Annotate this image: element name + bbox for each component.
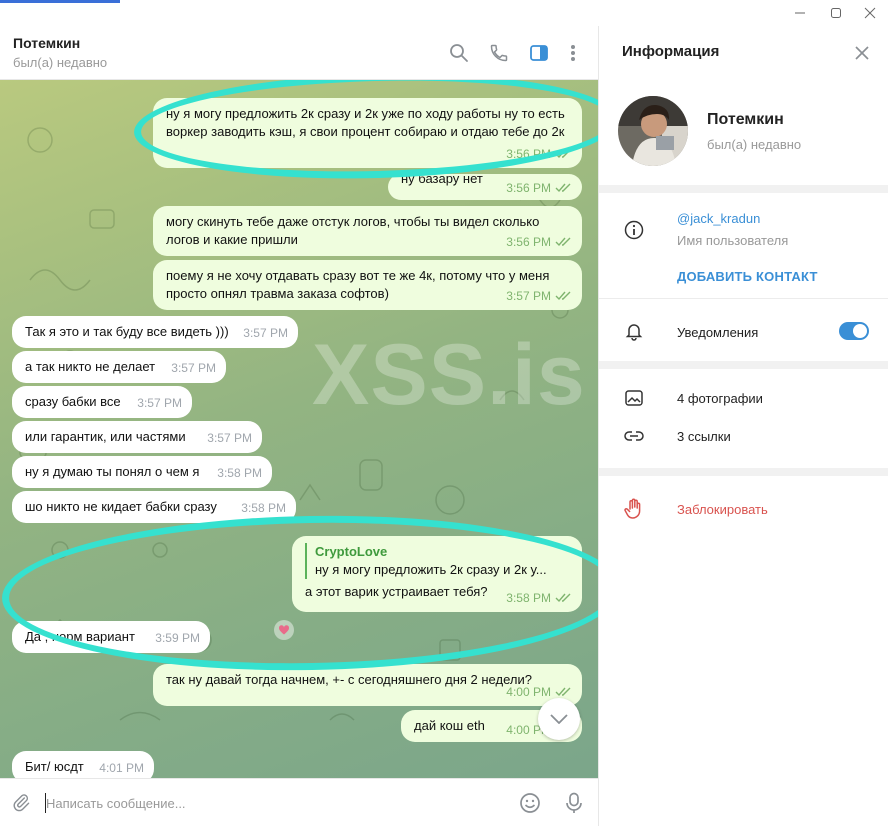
section-separator: [599, 468, 888, 476]
close-icon[interactable]: [856, 4, 884, 22]
message-meta: 3:58 PM: [217, 464, 262, 482]
message-time: 3:58 PM: [217, 466, 262, 480]
photo-icon: [623, 387, 645, 409]
section-separator: [599, 185, 888, 193]
profile-status: был(а) недавно: [707, 137, 802, 152]
sidebar-toggle-icon[interactable]: [526, 40, 552, 66]
message-bubble-incoming[interactable]: ну я думаю ты понял о чем я 3:58 PM: [12, 456, 272, 488]
block-hand-icon: [623, 498, 645, 520]
message-time: 3:56 PM: [506, 235, 551, 249]
username-link[interactable]: @jack_kradun: [677, 211, 760, 226]
scroll-down-button[interactable]: [538, 698, 580, 740]
section-separator: [599, 361, 888, 369]
message-meta: 3:57 PM: [207, 429, 252, 447]
microphone-icon[interactable]: [562, 791, 586, 815]
message-time: 3:57 PM: [506, 289, 551, 303]
message-meta: 3:57 PM: [506, 287, 572, 305]
message-meta: 3:56 PM: [506, 179, 572, 197]
message-meta: 3:57 PM: [171, 359, 216, 377]
shared-links-item[interactable]: 3 ссылки: [677, 429, 731, 444]
phone-icon[interactable]: [486, 40, 512, 66]
double-check-icon: [555, 687, 571, 697]
double-check-icon: [555, 183, 571, 193]
double-check-icon: [555, 237, 571, 247]
attach-icon[interactable]: [9, 791, 33, 815]
message-list[interactable]: XSS.is ну я могу предложить 2к сразу и 2…: [0, 80, 598, 806]
message-meta: 4:01 PM: [99, 759, 144, 777]
message-time: 3:56 PM: [506, 147, 551, 161]
double-check-icon: [555, 291, 571, 301]
message-input[interactable]: [46, 792, 486, 814]
message-composer: [0, 778, 598, 826]
message-bubble-outgoing-reply[interactable]: CryptoLove ну я могу предложить 2к сразу…: [292, 536, 582, 612]
message-time: 3:58 PM: [506, 591, 551, 605]
message-time: 4:01 PM: [99, 761, 144, 775]
message-bubble-incoming[interactable]: а так никто не делает 3:57 PM: [12, 351, 226, 383]
chat-title[interactable]: Потемкин: [13, 35, 80, 51]
shared-photos-item[interactable]: 4 фотографии: [677, 391, 763, 406]
double-check-icon: [555, 149, 571, 159]
message-bubble-outgoing[interactable]: ну я могу предложить 2к сразу и 2к уже п…: [153, 98, 582, 168]
message-time: 3:59 PM: [155, 631, 200, 645]
profile-name: Потемкин: [707, 111, 784, 128]
watermark-text: XSS.is: [312, 327, 586, 423]
message-bubble-incoming[interactable]: или гарантик, или частями 3:57 PM: [12, 421, 262, 453]
message-time: 3:57 PM: [171, 361, 216, 375]
message-text: ну я могу предложить 2к сразу и 2к уже п…: [166, 106, 565, 139]
title-accent-line: [0, 0, 120, 3]
telegram-window: Потемкин был(а) недавно XSS.is ну я могу…: [0, 0, 888, 826]
toggle-knob: [853, 324, 867, 338]
bell-icon: [623, 320, 645, 342]
emoji-icon[interactable]: [518, 791, 542, 815]
heart-reaction-icon[interactable]: [274, 620, 294, 640]
close-info-icon[interactable]: [851, 42, 873, 64]
more-icon[interactable]: [560, 40, 586, 66]
reply-quote[interactable]: CryptoLove ну я могу предложить 2к сразу…: [305, 543, 570, 579]
message-meta: 3:58 PM: [241, 499, 286, 517]
message-time: 3:56 PM: [506, 181, 551, 195]
info-icon: [623, 219, 645, 241]
message-time: 3:58 PM: [241, 501, 286, 515]
message-time: 3:57 PM: [137, 396, 182, 410]
message-meta: 3:57 PM: [137, 394, 182, 412]
chat-pane: Потемкин был(а) недавно XSS.is ну я могу…: [0, 26, 598, 826]
info-panel: Информация Потемкин был(а) недавно @jack…: [599, 26, 888, 826]
message-bubble-outgoing[interactable]: поему я не хочу отдавать сразу вот те же…: [153, 260, 582, 310]
message-meta: 3:57 PM: [243, 324, 288, 342]
message-meta: 3:56 PM: [506, 145, 572, 163]
double-check-icon: [555, 593, 571, 603]
message-bubble-outgoing[interactable]: могу скинуть тебе даже отстук логов, что…: [153, 206, 582, 256]
message-meta: 3:56 PM: [506, 233, 572, 251]
reply-author: CryptoLove: [315, 544, 388, 559]
notifications-toggle[interactable]: [839, 322, 869, 340]
search-icon[interactable]: [446, 40, 472, 66]
notifications-label: Уведомления: [677, 325, 759, 340]
message-time: 3:57 PM: [243, 326, 288, 340]
minimize-icon[interactable]: [786, 4, 814, 22]
avatar[interactable]: [618, 96, 688, 166]
message-bubble-incoming[interactable]: шо никто не кидает бабки сразу 3:58 PM: [12, 491, 296, 523]
message-meta: 3:59 PM: [155, 629, 200, 647]
add-contact-button[interactable]: ДОБАВИТЬ КОНТАКТ: [677, 269, 818, 284]
title-bar: [0, 0, 888, 26]
chat-status: был(а) недавно: [13, 55, 108, 70]
message-bubble-outgoing[interactable]: так ну давай тогда начнем, +- с сегодняш…: [153, 664, 582, 706]
block-user-button[interactable]: Заблокировать: [677, 502, 768, 517]
section-divider: [599, 298, 888, 299]
message-bubble-incoming[interactable]: Да , норм вариант 3:59 PM: [12, 621, 210, 653]
reply-snippet: ну я могу предложить 2к сразу и 2к у...: [315, 562, 547, 577]
link-icon: [623, 425, 645, 447]
maximize-icon[interactable]: [822, 4, 850, 22]
message-bubble-incoming[interactable]: сразу бабки все 3:57 PM: [12, 386, 192, 418]
message-time: 3:57 PM: [207, 431, 252, 445]
message-bubble-incoming[interactable]: Так я это и так буду все видеть ))) 3:57…: [12, 316, 298, 348]
message-meta: 3:58 PM: [506, 589, 572, 607]
info-panel-title: Информация: [622, 43, 720, 60]
message-time: 4:00 PM: [506, 685, 551, 699]
username-label: Имя пользователя: [677, 233, 789, 248]
chevron-down-icon: [550, 714, 568, 724]
chat-header: Потемкин был(а) недавно: [0, 26, 598, 80]
message-bubble-outgoing[interactable]: ну базару нет 3:56 PM: [388, 174, 582, 200]
